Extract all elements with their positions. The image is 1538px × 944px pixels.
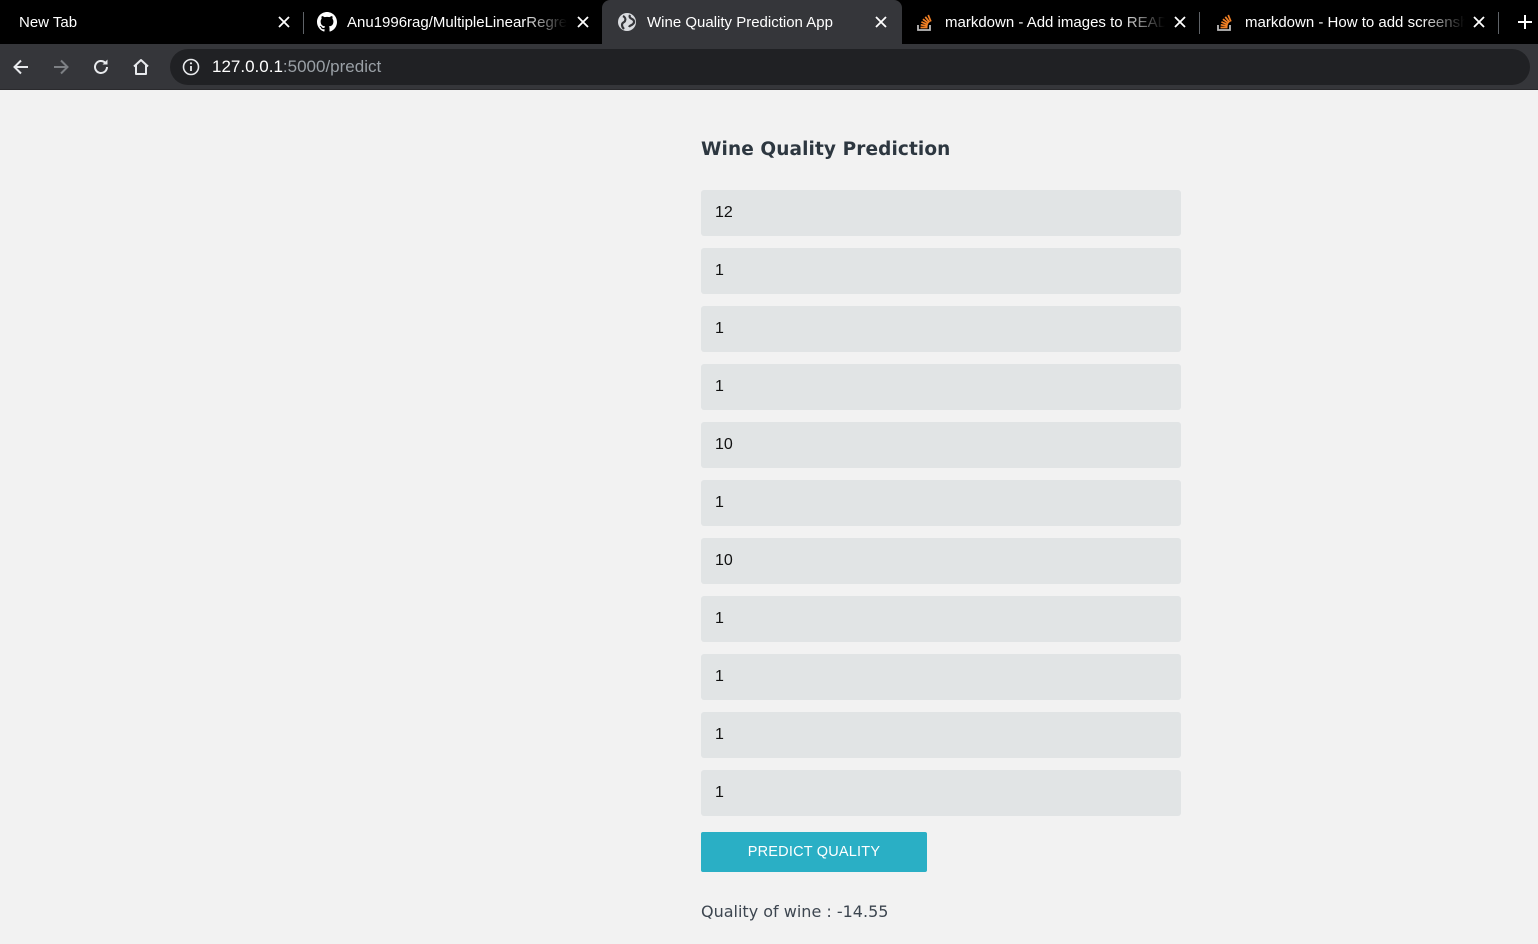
close-icon[interactable] [1171, 13, 1189, 31]
forward-button[interactable] [47, 53, 75, 81]
tab-stackoverflow-2[interactable]: markdown - How to add screensh [1200, 0, 1498, 44]
tab-title: Anu1996rag/MultipleLinearRegre [347, 13, 567, 31]
info-icon[interactable] [181, 57, 201, 77]
close-icon[interactable] [872, 13, 890, 31]
globe-icon [617, 12, 637, 32]
new-tab-button[interactable] [1514, 11, 1536, 33]
tab-new-tab[interactable]: New Tab [0, 0, 302, 44]
tab-title: markdown - Add images to READ [945, 13, 1165, 31]
github-icon [317, 12, 337, 32]
home-icon [133, 59, 149, 75]
feature-input-2[interactable]: 1 [701, 248, 1181, 294]
home-button[interactable] [127, 53, 155, 81]
feature-input-3[interactable]: 1 [701, 306, 1181, 352]
feature-input-1[interactable]: 12 [701, 190, 1181, 236]
arrow-right-icon [54, 59, 69, 75]
tab-wine-quality[interactable]: Wine Quality Prediction App [602, 0, 902, 44]
feature-input-7[interactable]: 10 [701, 538, 1181, 584]
page-content: Wine Quality Prediction 12 1 1 1 10 1 10… [0, 90, 1538, 944]
browser-toolbar: 127.0.0.1:5000/predict [0, 44, 1538, 90]
arrow-left-icon [13, 59, 28, 75]
close-icon[interactable] [574, 13, 592, 31]
tab-title: New Tab [19, 13, 78, 31]
url-host: 127.0.0.1 [212, 57, 283, 76]
tab-title: markdown - How to add screensh [1245, 13, 1465, 31]
stackoverflow-icon [1215, 12, 1235, 32]
address-bar[interactable]: 127.0.0.1:5000/predict [170, 49, 1530, 85]
feature-input-8[interactable]: 1 [701, 596, 1181, 642]
tab-github[interactable]: Anu1996rag/MultipleLinearRegre [304, 0, 602, 44]
close-icon[interactable] [1470, 13, 1488, 31]
url-path: :5000/predict [282, 57, 382, 76]
url-text: 127.0.0.1:5000/predict [212, 57, 381, 77]
feature-input-4[interactable]: 1 [701, 364, 1181, 410]
back-button[interactable] [7, 53, 35, 81]
stackoverflow-icon [915, 12, 935, 32]
close-icon[interactable] [275, 13, 293, 31]
reload-button[interactable] [87, 53, 115, 81]
tab-stackoverflow-1[interactable]: markdown - Add images to READ [903, 0, 1199, 44]
prediction-result: Quality of wine : -14.55 [701, 902, 889, 921]
feature-input-9[interactable]: 1 [701, 654, 1181, 700]
tab-title: Wine Quality Prediction App [647, 13, 833, 31]
feature-input-10[interactable]: 1 [701, 712, 1181, 758]
tab-separator [1498, 12, 1499, 34]
feature-input-6[interactable]: 1 [701, 480, 1181, 526]
reload-icon [94, 59, 108, 74]
tab-strip: New Tab Anu1996rag/MultipleLinearRegre W… [0, 0, 1538, 44]
predict-quality-button[interactable]: PREDICT QUALITY [701, 832, 927, 872]
page-title: Wine Quality Prediction [701, 139, 951, 160]
feature-input-5[interactable]: 10 [701, 422, 1181, 468]
feature-input-11[interactable]: 1 [701, 770, 1181, 816]
